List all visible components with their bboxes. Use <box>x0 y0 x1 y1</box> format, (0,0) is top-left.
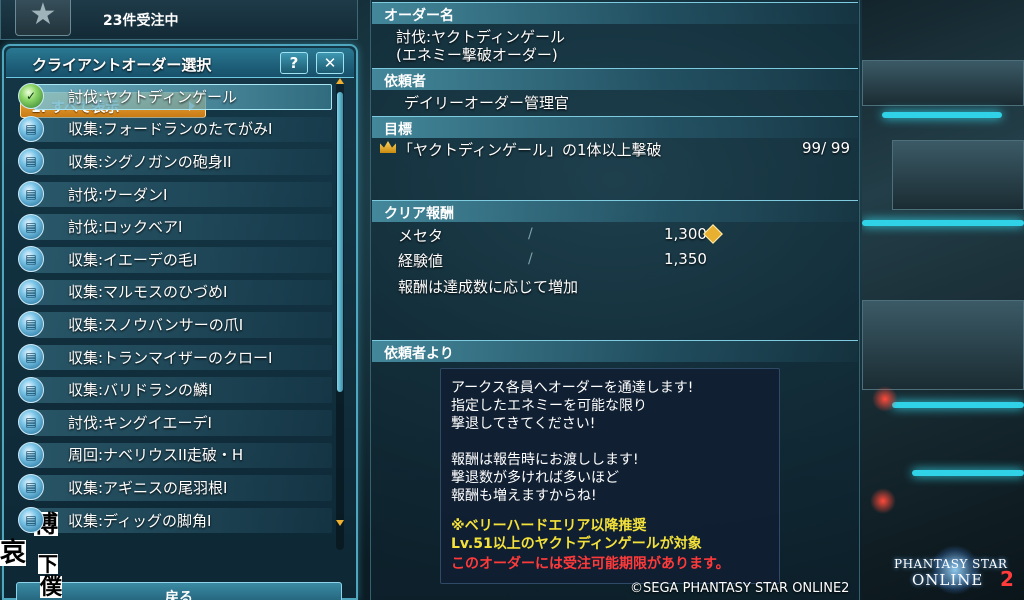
order-label: 収集:フォードランのたてがみI <box>68 120 273 139</box>
message-line: 撃退数が多ければ多いほど <box>451 470 619 486</box>
logo-line2: ONLINE <box>912 571 984 589</box>
order-list-item[interactable]: ▤ 収集:イエーデの毛I <box>14 243 332 276</box>
order-list-item[interactable]: ▤ 収集:シグノガンの砲身II <box>14 145 332 178</box>
star-icon: ★ <box>15 0 71 36</box>
client-message-box: ※ベリーハードエリア以降推奨 Lv.51以上のヤクトディンゲールが対象 このオー… <box>440 368 780 584</box>
order-name-header: オーダー名 <box>372 2 858 24</box>
close-button[interactable]: ✕ <box>316 52 344 74</box>
order-list-item[interactable]: ▤ 討伐:キングイエーデI <box>14 406 332 439</box>
order-list-item[interactable]: ▤ 収集:バリドランの鱗I <box>14 373 332 406</box>
message-line: アークス各員へオーダーを通達します! <box>451 380 694 396</box>
order-label: 周回:ナベリウスII走破・H <box>68 446 244 465</box>
note-deadline: このオーダーには受注可能期限があります。 <box>451 556 730 572</box>
order-label: 討伐:ロックベアI <box>68 218 183 237</box>
order-label: 収集:スノウバンサーの爪I <box>68 315 244 334</box>
order-list-item[interactable]: ▤ 周回:ナベリウスII走破・H <box>14 439 332 472</box>
order-list-item[interactable]: ▤ 討伐:ロックベアI <box>14 210 332 243</box>
scene-structure <box>862 0 1024 600</box>
goal-progress: 99/ 99 <box>802 139 850 157</box>
order-icon: ▤ <box>18 115 44 142</box>
order-list-item[interactable]: ✓ 討伐:ヤクトディンゲール <box>14 80 332 113</box>
order-count-header: ★ 23件受注中 <box>0 0 358 40</box>
order-icon: ▤ <box>18 278 44 305</box>
order-list-item[interactable]: ▤ 討伐:ウーダンI <box>14 178 332 211</box>
message-line: 指定したエネミーを可能な限り <box>451 398 647 414</box>
reward-exp-value: 1,350 <box>664 250 707 268</box>
order-label: 討伐:ウーダンI <box>68 185 168 204</box>
order-list: ✓ 討伐:ヤクトディンゲール ▤ 収集:フォードランのたてがみI ▤ 収集:シグノガンの砲… <box>14 80 332 554</box>
divider: / <box>528 251 533 267</box>
message-line: 報酬は報告時にお渡しします! <box>451 452 639 468</box>
note-recommend: ※ベリーハードエリア以降推奨 <box>451 518 647 534</box>
copyright: ©SEGA PHANTASY STAR ONLINE2 <box>630 581 850 596</box>
reward-note: 報酬は達成数に応じて増加 <box>398 278 579 296</box>
order-icon: ▤ <box>18 344 44 371</box>
order-label: 収集:イエーデの毛I <box>68 250 198 269</box>
order-list-item[interactable]: ▤ 収集:トランマイザーのクローI <box>14 341 332 374</box>
panel-title-bar: クライアントオーダー選択 ? ✕ <box>6 48 354 78</box>
order-label: 収集:マルモスのひづめI <box>68 283 228 302</box>
help-button[interactable]: ? <box>280 52 308 74</box>
scroll-down-icon[interactable] <box>336 520 344 526</box>
order-list-item[interactable]: ▤ 収集:スノウバンサーの爪I <box>14 308 332 341</box>
order-label: 収集:ディッグの脚角I <box>68 511 212 530</box>
order-label: 収集:バリドランの鱗I <box>68 381 213 400</box>
from-client-header: 依頼者より <box>372 340 858 362</box>
order-icon: ▤ <box>18 213 44 240</box>
order-list-item[interactable]: ▤ 収集:マルモスのひづめI <box>14 276 332 309</box>
accepted-count: 23件受注中 <box>103 13 179 29</box>
order-list-item[interactable]: ▤ 収集:アギニスの尾羽根I <box>14 471 332 504</box>
order-icon: ▤ <box>18 507 44 534</box>
order-label: 討伐:ヤクトディンゲール <box>68 87 238 106</box>
logo-num: 2 <box>1000 567 1014 591</box>
game-logo: PHANTASY STAR ONLINE 2 <box>890 545 1020 597</box>
client-name: デイリーオーダー管理官 <box>404 94 570 112</box>
order-label: 収集:アギニスの尾羽根I <box>68 478 228 497</box>
message-line: 撃退してきてください! <box>451 416 596 432</box>
logo-line1: PHANTASY STAR <box>894 557 1008 571</box>
order-label: 収集:トランマイザーのクローI <box>68 348 273 367</box>
goal-header: 目標 <box>372 116 858 138</box>
goal-text: 「ヤクトディンゲール」の1体以上撃破 <box>398 141 662 159</box>
order-list-item[interactable]: ▤ 収集:フォードランのたてがみI <box>14 113 332 146</box>
panel-title: クライアントオーダー選択 <box>32 56 212 74</box>
order-icon: ▤ <box>18 181 44 208</box>
client-header: 依頼者 <box>372 68 858 90</box>
scrollbar-thumb[interactable] <box>337 92 343 392</box>
back-button[interactable]: 戻る <box>16 582 342 600</box>
scroll-up-icon[interactable] <box>336 78 344 84</box>
reward-meseta-label: メセタ <box>398 227 444 245</box>
order-icon: ▤ <box>18 376 44 403</box>
order-label: 収集:シグノガンの砲身II <box>68 152 232 171</box>
order-label: 討伐:キングイエーデI <box>68 413 212 432</box>
order-name-line2: (エネミー撃破オーダー) <box>396 46 558 64</box>
reward-header: クリア報酬 <box>372 200 858 222</box>
order-list-item[interactable]: ▤ 収集:ディッグの脚角I <box>14 504 332 537</box>
reward-meseta-value: 1,300 <box>664 225 707 243</box>
note-target: Lv.51以上のヤクトディンゲールが対象 <box>451 536 702 552</box>
reward-exp-label: 経験値 <box>398 252 444 270</box>
order-icon: ▤ <box>18 441 44 468</box>
message-line: 報酬も増えますからね! <box>451 488 597 504</box>
divider: / <box>528 226 533 242</box>
